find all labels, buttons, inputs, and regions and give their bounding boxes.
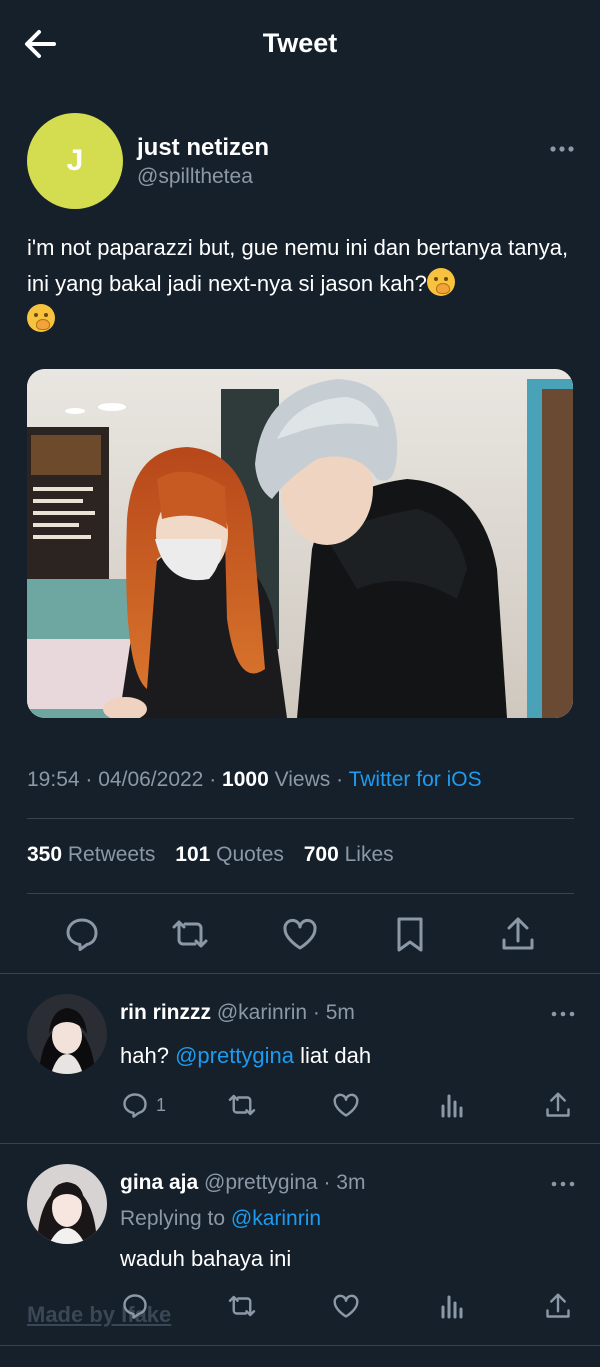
avatar-photo — [27, 994, 107, 1074]
reply-header: rin rinzzz @karinrin · 5m — [120, 1001, 355, 1024]
share-button[interactable] — [498, 914, 538, 954]
share-icon — [502, 917, 534, 950]
reply-author-name[interactable]: rin rinzzz — [120, 1001, 211, 1024]
retweets-stat[interactable]: 350 Retweets — [27, 843, 155, 866]
divider — [0, 1345, 600, 1346]
share-icon — [546, 1092, 570, 1117]
bookmark-icon — [397, 917, 423, 952]
analytics-icon — [441, 1094, 463, 1118]
reply-button[interactable] — [62, 914, 102, 954]
author-name[interactable]: just netizen — [137, 134, 269, 162]
reply-time: 3m — [336, 1171, 366, 1194]
tweet-source-link[interactable]: Twitter for iOS — [349, 768, 482, 791]
tweet-date: 04/06/2022 — [98, 768, 204, 791]
reply-author-handle[interactable]: @prettygina — [204, 1171, 318, 1194]
tweet-text-body: i'm not paparazzi but, gue nemu ini dan … — [27, 235, 569, 296]
top-bar: Tweet — [0, 0, 600, 88]
heart-icon — [333, 1093, 359, 1117]
divider — [0, 973, 600, 974]
like-button[interactable] — [280, 914, 320, 954]
mention-link[interactable]: @prettygina — [175, 1043, 294, 1068]
tweet-meta: 19:54 · 04/06/2022 · 1000 Views · Twitte… — [27, 768, 482, 791]
share-button[interactable] — [543, 1090, 573, 1120]
reply-avatar[interactable] — [27, 994, 107, 1074]
hand-over-mouth-emoji — [27, 304, 55, 332]
views-count: 1000 — [222, 768, 269, 791]
author-handle[interactable]: @spillthetea — [137, 165, 253, 189]
analytics-icon — [441, 1295, 463, 1319]
page-title: Tweet — [262, 28, 338, 58]
retweet-icon — [228, 1295, 256, 1317]
reply-button[interactable] — [120, 1291, 150, 1321]
reply-author-handle[interactable]: @karinrin — [217, 1001, 307, 1024]
quotes-stat[interactable]: 101 Quotes — [175, 843, 284, 866]
more-options-button[interactable] — [550, 1176, 576, 1192]
views-label: Views — [274, 768, 331, 791]
avatar-photo — [27, 1164, 107, 1244]
more-options-button[interactable] — [550, 1006, 576, 1022]
divider — [27, 893, 574, 894]
comment-icon — [66, 918, 98, 951]
tweet-text: i'm not paparazzi but, gue nemu ini dan … — [27, 230, 577, 338]
hand-over-mouth-emoji — [426, 268, 455, 296]
photo-illustration — [27, 369, 573, 718]
more-options-button[interactable] — [548, 139, 576, 159]
divider — [0, 1143, 600, 1144]
like-button[interactable] — [331, 1291, 361, 1321]
analytics-button[interactable] — [438, 1090, 468, 1120]
divider — [27, 818, 574, 819]
more-horizontal-icon — [551, 1011, 575, 1017]
heart-icon — [333, 1294, 359, 1318]
share-button[interactable] — [543, 1291, 573, 1321]
reply-count: 1 — [156, 1094, 167, 1115]
like-button[interactable] — [331, 1090, 361, 1120]
author-avatar[interactable]: J — [27, 113, 123, 209]
replying-to: Replying to @karinrin — [120, 1207, 322, 1230]
reply-author-name[interactable]: gina aja — [120, 1171, 198, 1194]
retweet-button[interactable] — [170, 914, 210, 954]
more-horizontal-icon — [551, 1181, 575, 1187]
share-icon — [546, 1293, 570, 1318]
tweet-stats: 350 Retweets 101 Quotes 700 Likes — [27, 843, 408, 867]
analytics-button[interactable] — [438, 1291, 468, 1321]
reply-avatar[interactable] — [27, 1164, 107, 1244]
reply-header: gina aja @prettygina · 3m — [120, 1171, 366, 1194]
replying-to-link[interactable]: @karinrin — [231, 1207, 321, 1230]
retweet-icon — [228, 1094, 256, 1116]
bookmark-button[interactable] — [390, 914, 430, 954]
reply-button[interactable]: 1 — [120, 1090, 166, 1120]
tweet-time: 19:54 — [27, 768, 80, 791]
more-horizontal-icon — [550, 146, 574, 152]
reply-text: hah? @prettygina liat dah — [120, 1043, 372, 1068]
tweet-photo[interactable] — [27, 369, 573, 718]
comment-icon — [123, 1294, 147, 1319]
retweet-icon — [172, 920, 208, 948]
retweet-button[interactable] — [227, 1291, 257, 1321]
reply-text: waduh bahaya ini — [120, 1246, 292, 1271]
likes-stat[interactable]: 700 Likes — [304, 843, 394, 866]
heart-icon — [283, 918, 317, 950]
comment-icon — [123, 1093, 147, 1118]
retweet-button[interactable] — [227, 1090, 257, 1120]
reply-time: 5m — [325, 1001, 355, 1024]
